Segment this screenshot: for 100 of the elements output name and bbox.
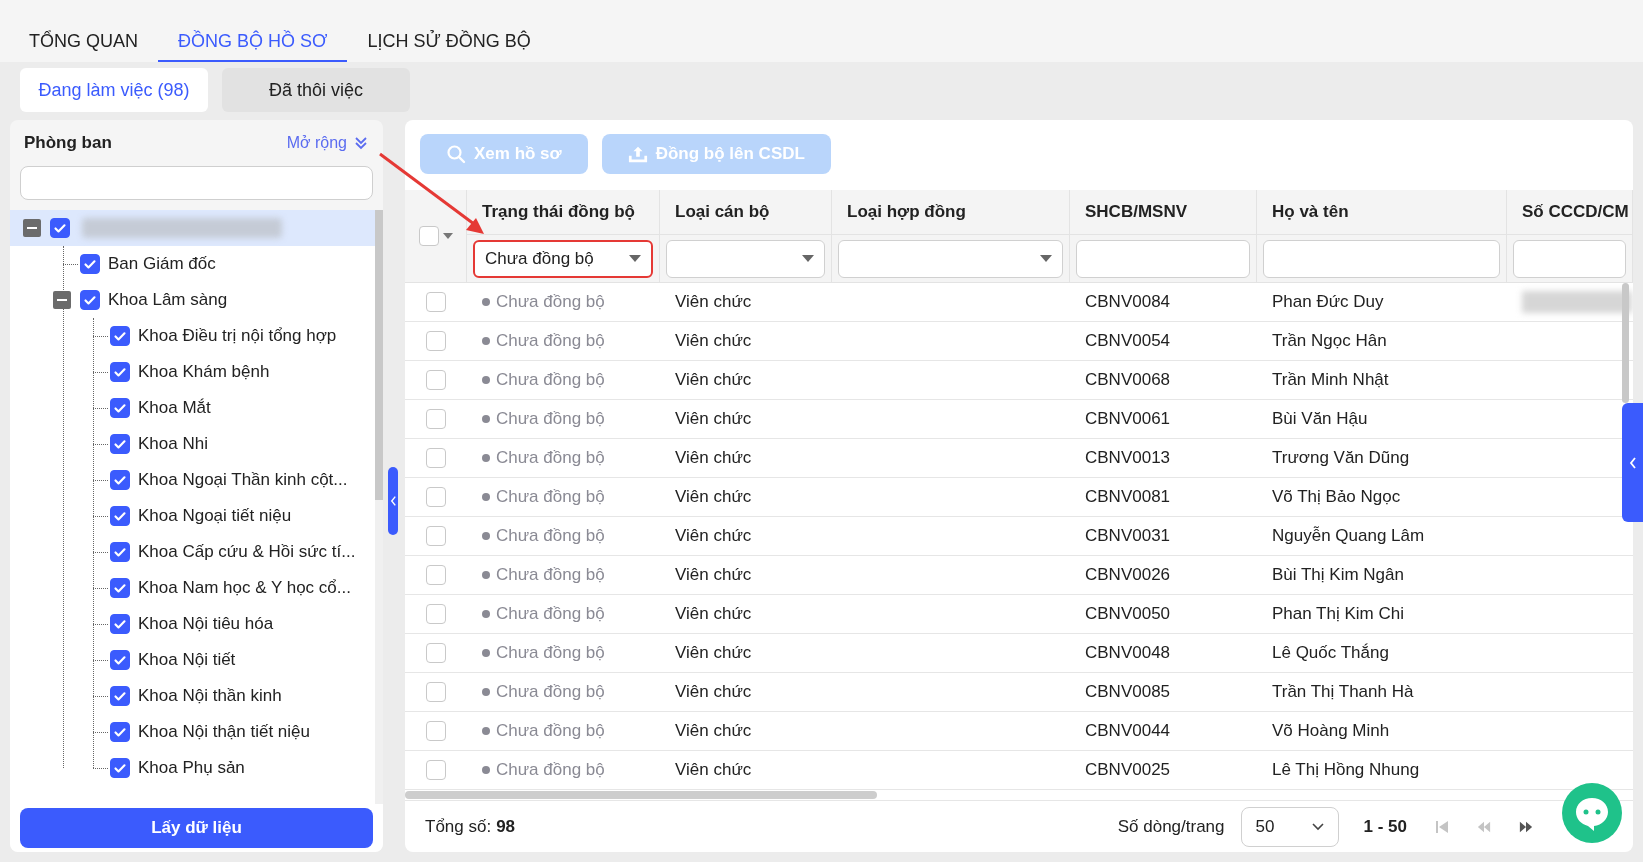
collapse-handle[interactable] [388, 467, 398, 535]
table-cell-text: Viên chức [674, 525, 753, 548]
checkbox[interactable] [110, 362, 130, 382]
scrollbar[interactable] [375, 210, 383, 804]
checkbox[interactable] [426, 409, 446, 429]
tree-item[interactable]: Khoa Khám bệnh [138, 359, 270, 385]
checkbox[interactable] [110, 686, 130, 706]
filter-dropdown[interactable] [838, 239, 1063, 278]
table-cell-text: CBNV0061 [1084, 408, 1172, 431]
scrollbar[interactable] [1622, 283, 1629, 403]
tree-item[interactable]: Khoa Phụ sản [138, 755, 245, 781]
table-cell-text: Nguyễn Quang Lâm [1271, 525, 1426, 548]
tree-item[interactable]: Khoa Nội thận tiết niệu [138, 719, 310, 745]
checkbox[interactable] [110, 506, 130, 526]
page-range: 1 - 50 [1363, 815, 1407, 838]
tree-item[interactable]: Khoa Lâm sàng [108, 287, 228, 313]
filter-dropdown[interactable] [666, 239, 825, 278]
checkbox[interactable] [110, 614, 130, 634]
sub-tab[interactable]: Đang làm việc (98) [20, 68, 208, 112]
caret-down-icon [629, 255, 641, 262]
checkbox[interactable] [426, 370, 446, 390]
panel-title: Phòng ban [24, 132, 112, 155]
tab[interactable]: ĐỒNG BỘ HỒ SƠ [158, 22, 348, 62]
checkbox[interactable] [110, 326, 130, 346]
checkbox[interactable] [110, 722, 130, 742]
table-cell-text: Bùi Thị Kim Ngân [1271, 564, 1405, 587]
expand-link[interactable]: Mở rộng [286, 131, 369, 155]
fast-forward-icon[interactable] [1519, 819, 1533, 834]
search-field[interactable] [20, 166, 373, 200]
checkbox[interactable] [80, 290, 100, 310]
checkbox[interactable] [110, 758, 130, 778]
chevron-left-icon [389, 495, 397, 507]
table-cell-text: CBNV0031 [1084, 525, 1172, 548]
scrollbar[interactable] [405, 791, 877, 799]
tree-item[interactable]: Khoa Nội tiết [138, 647, 236, 673]
checkbox[interactable] [50, 218, 70, 238]
checkbox[interactable] [110, 434, 130, 454]
status-text: Chưa đồng bộ [496, 486, 605, 509]
checkbox[interactable] [426, 682, 446, 702]
checkbox[interactable] [80, 254, 100, 274]
table-cell-text: CBNV0084 [1084, 291, 1172, 314]
collapse-toggle[interactable] [53, 291, 71, 309]
status-text: Chưa đồng bộ [496, 564, 605, 587]
checkbox[interactable] [426, 487, 446, 507]
tree-item[interactable]: Khoa Nội tiêu hóa [138, 611, 274, 637]
caret-down-icon[interactable] [442, 233, 453, 239]
table-cell-text: Viên chức [674, 720, 753, 743]
checkbox[interactable] [426, 331, 446, 351]
table-cell-text: Lê Thị Hồng Nhung [1271, 759, 1421, 782]
checkbox[interactable] [426, 526, 446, 546]
tree-item[interactable]: Khoa Nội thần kinh [138, 683, 282, 709]
sub-tab[interactable]: Đã thôi việc [222, 68, 410, 112]
checkbox[interactable] [110, 542, 130, 562]
checkbox[interactable] [426, 292, 446, 312]
status-text: Chưa đồng bộ [496, 369, 605, 392]
checkbox[interactable] [110, 578, 130, 598]
tree-item[interactable]: Khoa Ngoại tiết niệu [138, 503, 292, 529]
table-cell-text: Võ Thị Bảo Ngọc [1271, 486, 1402, 509]
caret-down-icon [1040, 255, 1052, 262]
tree-item[interactable]: Khoa Mắt [138, 395, 211, 421]
tree-item[interactable]: Khoa Nhi [138, 431, 208, 457]
filter-field[interactable] [1076, 239, 1250, 278]
filter-field[interactable] [1513, 239, 1626, 278]
status-text: Chưa đồng bộ [496, 759, 605, 782]
checkbox[interactable] [426, 565, 446, 585]
filter-dropdown[interactable]: Chưa đồng bộ [473, 239, 653, 278]
caret-down-icon [802, 255, 814, 262]
checkbox[interactable] [426, 643, 446, 663]
table-cell-text: Võ Hoàng Minh [1271, 720, 1391, 743]
tree-item[interactable]: Khoa Cấp cứu & Hồi sức tí... [138, 539, 356, 565]
checkbox[interactable] [418, 226, 439, 246]
side-panel-handle[interactable] [1622, 403, 1643, 522]
fetch-data-button[interactable]: Lấy dữ liệu [20, 808, 373, 848]
column-header: Loại cán bộ [660, 190, 832, 235]
chat-bubble-icon[interactable] [1562, 783, 1622, 843]
tree-item[interactable]: Ban Giám đốc [108, 251, 216, 277]
filter-field[interactable] [1263, 239, 1500, 278]
table-cell-text: Viên chức [674, 408, 753, 431]
upload-icon [627, 144, 648, 164]
checkbox[interactable] [426, 721, 446, 741]
checkbox[interactable] [110, 650, 130, 670]
checkbox[interactable] [110, 398, 130, 418]
checkbox[interactable] [426, 760, 446, 780]
tree-item[interactable]: Khoa Nam học & Y học cổ... [138, 575, 351, 601]
table-cell-text: Phan Đức Duy [1271, 291, 1385, 314]
status-text: Chưa đồng bộ [496, 408, 605, 431]
tree-item[interactable]: Khoa Ngoại Thần kinh cột... [138, 467, 348, 493]
collapse-toggle[interactable] [23, 219, 41, 237]
tab[interactable]: TỔNG QUAN [19, 22, 148, 62]
checkbox[interactable] [110, 470, 130, 490]
checkbox[interactable] [426, 448, 446, 468]
rows-per-page-dropdown[interactable]: 50 [1240, 806, 1339, 847]
tree-item[interactable]: Khoa Điều trị nội tổng hợp [138, 323, 337, 349]
table-cell-text: CBNV0025 [1084, 759, 1172, 782]
table-cell-text: CBNV0048 [1084, 642, 1172, 665]
table-cell-text: Trương Văn Dũng [1271, 447, 1411, 470]
table-cell-text: Viên chức [674, 642, 753, 665]
column-header: SHCB/MSNV [1070, 190, 1257, 235]
checkbox[interactable] [426, 604, 446, 624]
tab[interactable]: LỊCH SỬ ĐỒNG BỘ [357, 22, 541, 62]
